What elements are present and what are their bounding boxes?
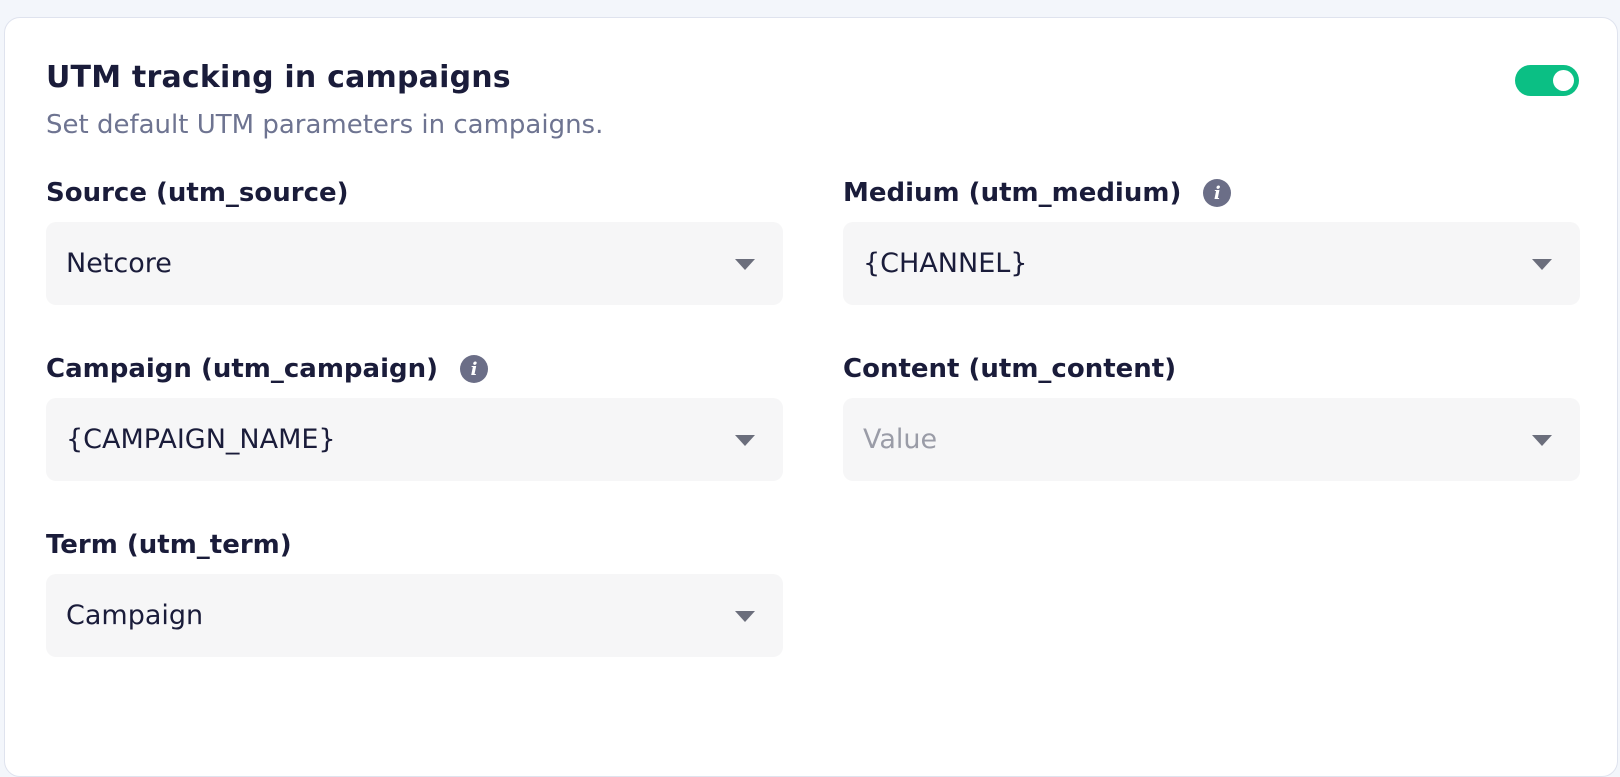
content-select-placeholder: Value — [863, 424, 938, 455]
term-select-value: Campaign — [66, 600, 204, 631]
term-select[interactable]: Campaign — [46, 574, 783, 657]
medium-select-value: {CHANNEL} — [863, 248, 1028, 279]
chevron-down-icon — [735, 435, 755, 446]
campaign-label: Campaign (utm_campaign) i — [46, 351, 783, 387]
campaign-field: Campaign (utm_campaign) i {CAMPAIGN_NAME… — [46, 351, 783, 481]
source-label: Source (utm_source) — [46, 175, 783, 211]
term-label-text: Term (utm_term) — [46, 530, 292, 560]
card-title: UTM tracking in campaigns — [46, 60, 511, 95]
content-label-text: Content (utm_content) — [843, 354, 1177, 384]
medium-label: Medium (utm_medium) i — [843, 175, 1580, 211]
source-field: Source (utm_source) Netcore — [46, 175, 783, 305]
utm-tracking-toggle[interactable] — [1515, 65, 1579, 96]
medium-label-text: Medium (utm_medium) — [843, 178, 1182, 208]
chevron-down-icon — [735, 611, 755, 622]
campaign-select[interactable]: {CAMPAIGN_NAME} — [46, 398, 783, 481]
info-icon[interactable]: i — [1203, 179, 1232, 207]
info-icon[interactable]: i — [460, 355, 488, 383]
chevron-down-icon — [735, 259, 755, 270]
toggle-knob — [1553, 70, 1574, 91]
source-select[interactable]: Netcore — [46, 222, 783, 305]
term-label: Term (utm_term) — [46, 527, 783, 563]
content-field: Content (utm_content) Value — [843, 351, 1580, 481]
medium-field: Medium (utm_medium) i {CHANNEL} — [843, 175, 1580, 305]
utm-tracking-card: UTM tracking in campaigns Set default UT… — [4, 17, 1618, 777]
term-field: Term (utm_term) Campaign — [46, 527, 783, 657]
card-subtitle: Set default UTM parameters in campaigns. — [46, 110, 604, 140]
campaign-label-text: Campaign (utm_campaign) — [46, 354, 438, 384]
source-select-value: Netcore — [66, 248, 172, 279]
chevron-down-icon — [1532, 435, 1552, 446]
source-label-text: Source (utm_source) — [46, 178, 349, 208]
content-select[interactable]: Value — [843, 398, 1580, 481]
chevron-down-icon — [1532, 259, 1552, 270]
medium-select[interactable]: {CHANNEL} — [843, 222, 1580, 305]
content-label: Content (utm_content) — [843, 351, 1580, 387]
campaign-select-value: {CAMPAIGN_NAME} — [66, 424, 336, 455]
